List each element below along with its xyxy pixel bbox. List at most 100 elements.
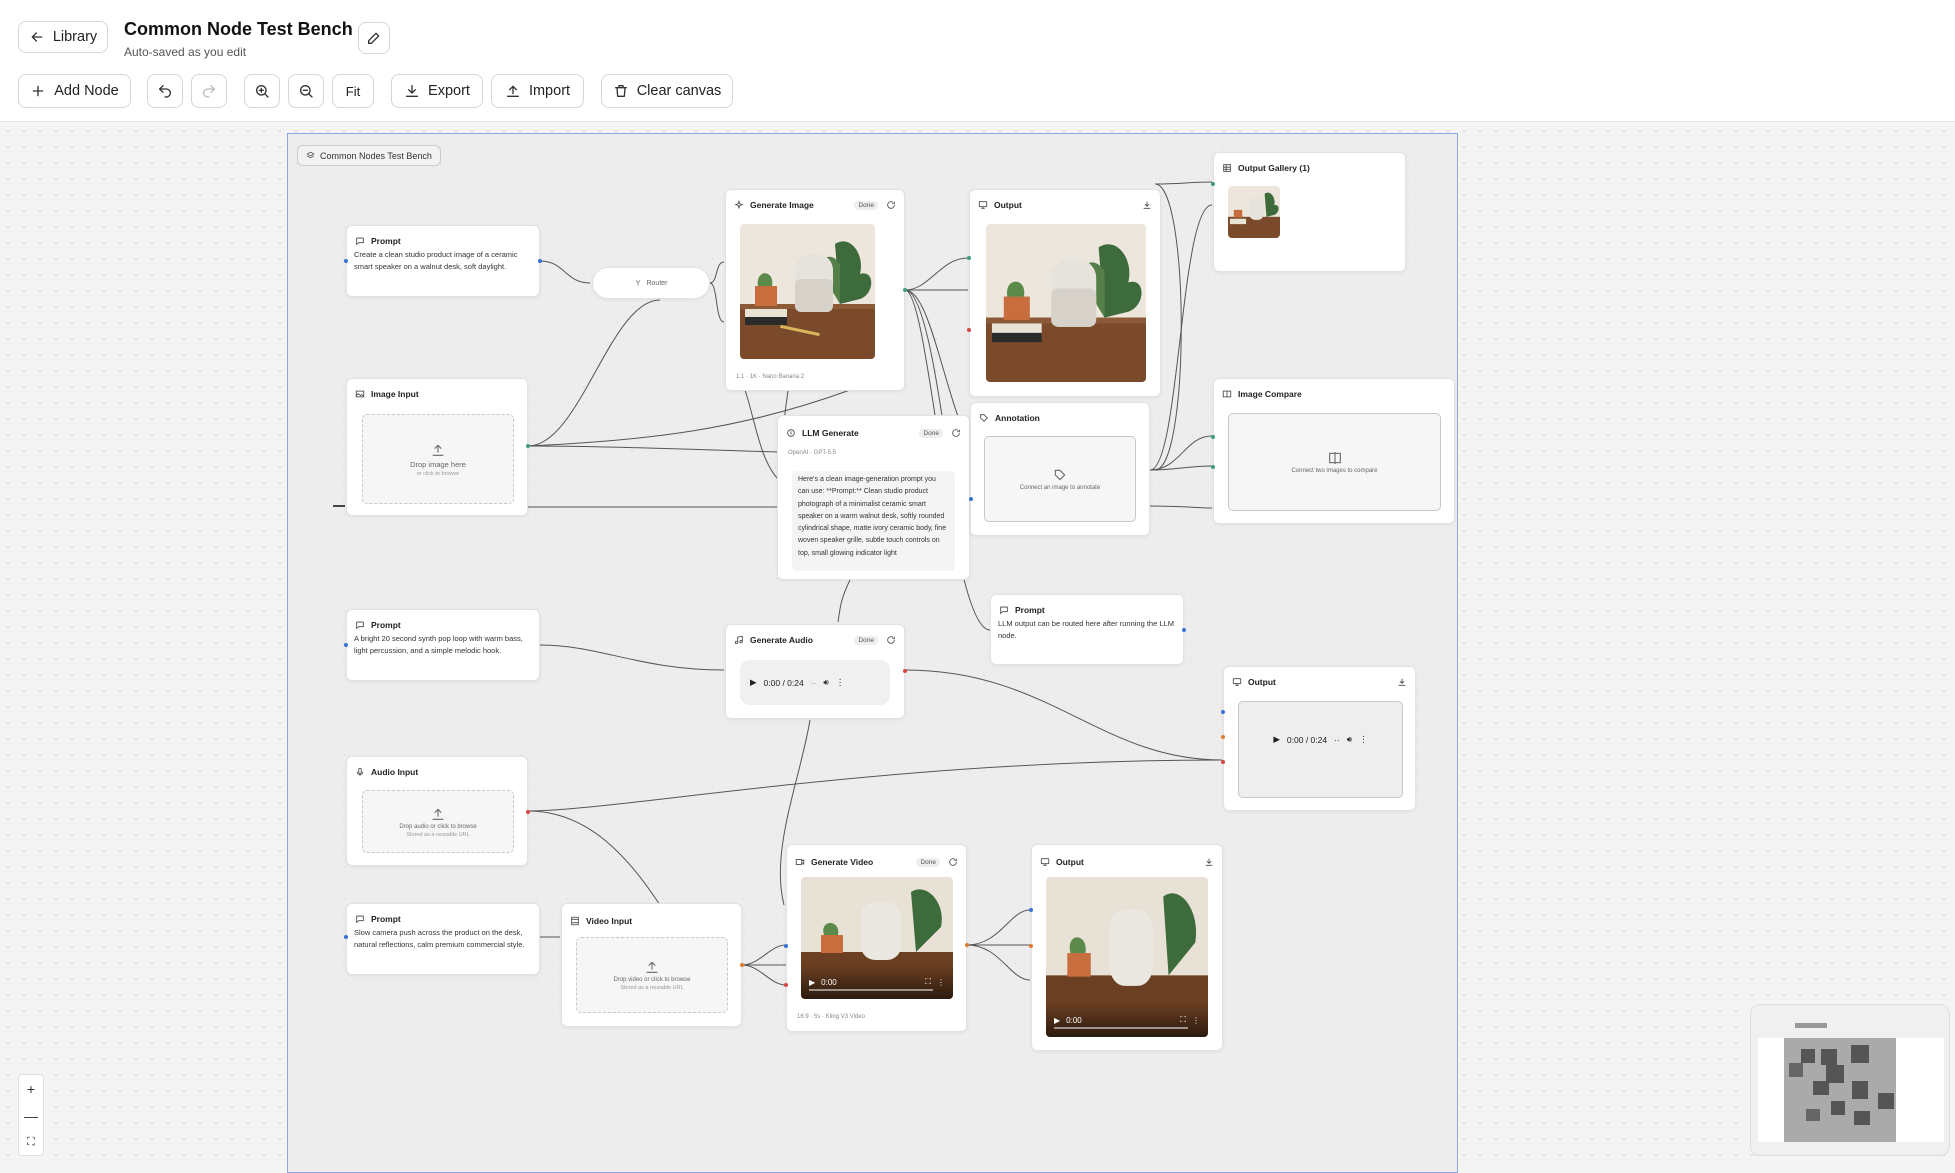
video-player[interactable]: ▶ 0:00 ⛶ ⋮ <box>801 877 953 999</box>
prompt-node[interactable]: Prompt Slow camera push across the produ… <box>346 903 540 975</box>
output-handle[interactable] <box>526 444 530 448</box>
output-handle[interactable] <box>903 669 907 673</box>
generate-image-node[interactable]: Generate Image Done 1:1 · 1K · Nano Bana… <box>725 189 905 391</box>
prompt-node[interactable]: Prompt Create a clean studio product ima… <box>346 225 540 297</box>
generate-video-node[interactable]: Generate Video Done ▶ 0:00 ⛶ ⋮ 16:9 · 5s · … <box>786 844 967 1032</box>
video-dropzone[interactable]: Drop video or click to browse Stored as … <box>576 937 728 1013</box>
add-node-button[interactable]: Add Node <box>18 74 131 108</box>
zoom-in-button[interactable] <box>244 74 280 108</box>
download-icon[interactable] <box>1142 200 1152 210</box>
output-handle[interactable] <box>965 943 969 947</box>
volume-icon[interactable]: 🔊︎ <box>823 677 828 688</box>
import-button[interactable]: Import <box>491 74 584 108</box>
llm-output[interactable]: Here's a clean image-generation prompt y… <box>792 471 955 571</box>
input-handle[interactable] <box>344 935 348 939</box>
input-handle[interactable] <box>1221 735 1225 739</box>
refresh-icon[interactable] <box>951 428 961 438</box>
output-handle[interactable] <box>969 497 973 501</box>
fit-view-icon[interactable]: ⛶ <box>27 1136 35 1149</box>
input-handle[interactable] <box>784 944 788 948</box>
play-icon[interactable]: ▶ <box>1273 734 1280 745</box>
more-icon[interactable]: ⋮ <box>937 978 945 987</box>
redo-button[interactable] <box>191 74 227 108</box>
gallery-thumbnail[interactable] <box>1228 186 1280 238</box>
input-handle[interactable] <box>1211 465 1215 469</box>
video-progress[interactable] <box>809 989 933 991</box>
router-node[interactable]: Router <box>592 267 710 299</box>
refresh-icon[interactable] <box>886 200 896 210</box>
fullscreen-icon[interactable]: ⛶ <box>1180 1015 1186 1025</box>
more-icon[interactable]: ⋮ <box>1359 734 1368 745</box>
zoom-in-icon[interactable]: + <box>27 1081 35 1097</box>
input-handle[interactable] <box>1029 944 1033 948</box>
audio-player[interactable]: ▶ 0:00 / 0:24 ·· 🔊︎ ⋮ <box>1263 734 1377 745</box>
refresh-icon[interactable] <box>948 857 958 867</box>
progress-track[interactable]: ·· <box>1334 735 1340 745</box>
output-node[interactable]: Output ▶ 0:00 / 0:24 ·· 🔊︎ ⋮ <box>1223 666 1416 811</box>
video-player[interactable]: ▶ 0:00 ⛶ ⋮ <box>1046 877 1208 1037</box>
input-handle[interactable] <box>344 259 348 263</box>
output-handle[interactable] <box>538 259 542 263</box>
download-icon[interactable] <box>1397 677 1407 687</box>
output-handle[interactable] <box>903 288 907 292</box>
video-progress[interactable] <box>1054 1027 1188 1029</box>
video-controls[interactable]: ▶ 0:00 ⛶ ⋮ <box>801 965 953 999</box>
prompt-text[interactable]: Create a clean studio product image of a… <box>354 249 532 273</box>
prompt-node[interactable]: Prompt A bright 20 second synth pop loop… <box>346 609 540 681</box>
more-icon[interactable]: ⋮ <box>1192 1016 1200 1025</box>
input-handle[interactable] <box>1211 182 1215 186</box>
refresh-icon[interactable] <box>886 635 896 645</box>
minimap[interactable] <box>1750 1004 1950 1156</box>
play-icon[interactable]: ▶ <box>750 677 757 688</box>
prompt-text[interactable]: LLM output can be routed here after runn… <box>998 618 1176 642</box>
output-node[interactable]: Output <box>969 189 1161 397</box>
audio-input-node[interactable]: Audio Input Drop audio or click to brows… <box>346 756 528 866</box>
prompt-text[interactable]: A bright 20 second synth pop loop with w… <box>354 633 532 657</box>
prompt-node[interactable]: Prompt LLM output can be routed here aft… <box>990 594 1184 665</box>
annotation-area[interactable]: Connect an image to annotate <box>984 436 1136 522</box>
play-icon[interactable]: ▶ <box>1054 1016 1060 1025</box>
undo-button[interactable] <box>147 74 183 108</box>
play-icon[interactable]: ▶ <box>809 978 815 987</box>
group-label[interactable]: Common Nodes Test Bench <box>297 145 441 166</box>
audio-player[interactable]: ▶ 0:00 / 0:24 ·· 🔊︎ ⋮ <box>740 660 890 705</box>
input-handle[interactable] <box>344 643 348 647</box>
llm-generate-node[interactable]: LLM Generate Done OpenAI · GPT-5.5 Here'… <box>777 415 970 580</box>
input-handle[interactable] <box>1221 760 1225 764</box>
output-handle[interactable] <box>740 963 744 967</box>
input-handle[interactable] <box>1211 435 1215 439</box>
fit-button[interactable]: Fit <box>332 74 374 108</box>
fullscreen-icon[interactable]: ⛶ <box>925 977 931 987</box>
video-input-node[interactable]: Video Input Drop video or click to brows… <box>561 903 742 1027</box>
output-handle[interactable] <box>1182 628 1186 632</box>
rename-button[interactable] <box>358 22 390 54</box>
input-handle[interactable] <box>1221 710 1225 714</box>
input-handle[interactable] <box>967 328 971 332</box>
input-handle[interactable] <box>784 983 788 987</box>
zoom-out-icon[interactable]: — <box>24 1108 38 1124</box>
image-dropzone[interactable]: Drop image here or click to browse <box>362 414 514 504</box>
clear-canvas-button[interactable]: Clear canvas <box>601 74 733 108</box>
image-input-node[interactable]: Image Input Drop image here or click to … <box>346 378 528 516</box>
output-node[interactable]: Output ▶ 0:00 ⛶ ⋮ <box>1031 844 1223 1051</box>
output-handle[interactable] <box>526 810 530 814</box>
export-button[interactable]: Export <box>391 74 483 108</box>
more-icon[interactable]: ⋮ <box>836 677 845 688</box>
download-icon[interactable] <box>1204 857 1214 867</box>
generated-image[interactable] <box>740 224 875 359</box>
compare-area[interactable]: Connect two images to compare <box>1228 413 1441 511</box>
output-gallery-node[interactable]: Output Gallery (1) <box>1213 152 1406 272</box>
image-compare-node[interactable]: Image Compare Connect two images to comp… <box>1213 378 1455 524</box>
input-handle[interactable] <box>1029 908 1033 912</box>
generate-audio-node[interactable]: Generate Audio Done ▶ 0:00 / 0:24 ·· 🔊︎ … <box>725 624 905 719</box>
zoom-out-button[interactable] <box>288 74 324 108</box>
output-image[interactable] <box>986 224 1146 382</box>
audio-dropzone[interactable]: Drop audio or click to browse Stored as … <box>362 790 514 853</box>
volume-icon[interactable]: 🔊︎ <box>1347 734 1352 745</box>
prompt-text[interactable]: Slow camera push across the product on t… <box>354 927 532 951</box>
annotation-node[interactable]: Annotation Connect an image to annotate <box>970 402 1150 536</box>
video-controls[interactable]: ▶ 0:00 ⛶ ⋮ <box>1046 1003 1208 1037</box>
input-handle[interactable] <box>967 256 971 260</box>
progress-track[interactable]: ·· <box>811 678 817 688</box>
back-to-library-button[interactable]: Library <box>18 21 108 53</box>
